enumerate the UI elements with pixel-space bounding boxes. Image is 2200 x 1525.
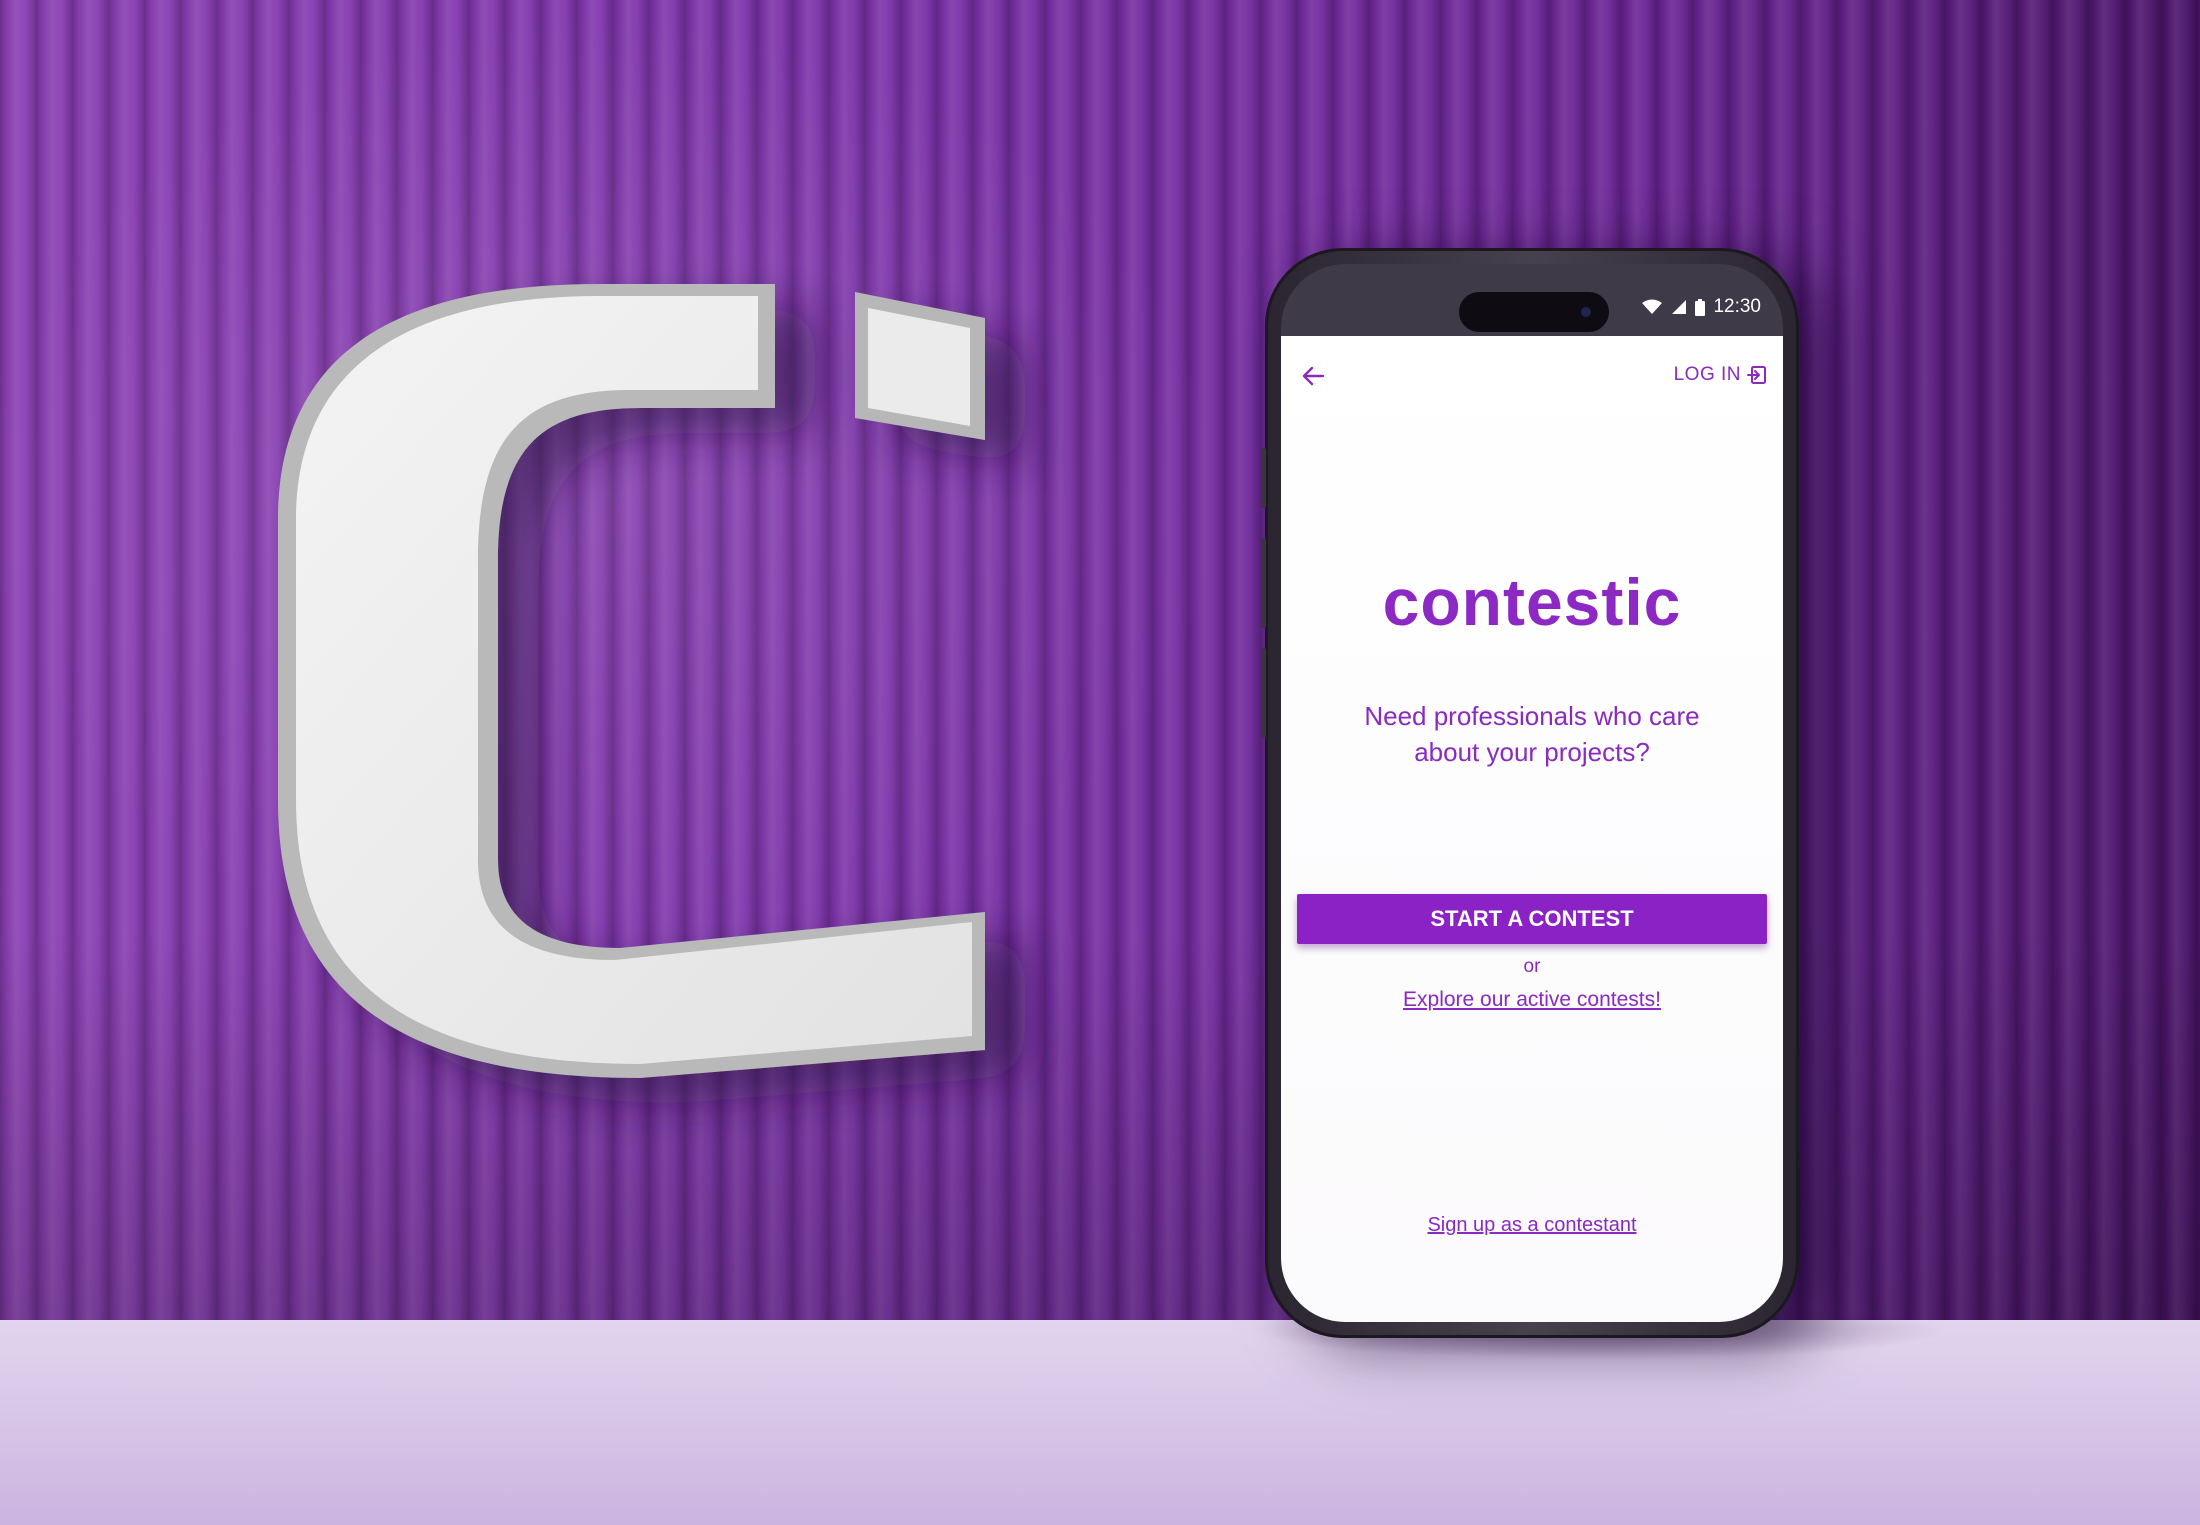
- dynamic-island: [1459, 292, 1609, 332]
- status-indicators: 12:30: [1641, 296, 1761, 318]
- login-button[interactable]: LOG IN: [1674, 364, 1767, 386]
- login-label: LOG IN: [1673, 364, 1741, 385]
- phone-screen: 12:30 LOG IN contestic Need professional…: [1281, 264, 1783, 1322]
- phone-side-button: [1261, 448, 1266, 508]
- or-separator: or: [1523, 956, 1541, 977]
- explore-contests-link[interactable]: Explore our active contests!: [1281, 988, 1783, 1012]
- smartphone-mockup: 12:30 LOG IN contestic Need professional…: [1261, 248, 1799, 1338]
- tagline: Need professionals who care about your p…: [1364, 701, 1700, 767]
- front-camera: [1581, 307, 1591, 317]
- phone-volume-down-button: [1261, 648, 1266, 738]
- login-arrow-icon: [1747, 366, 1766, 384]
- cellular-signal-icon: [1672, 300, 1687, 314]
- arrow-left-icon[interactable]: [1299, 362, 1327, 390]
- 3d-c-logo-sculpture: [278, 284, 985, 1078]
- wifi-icon: [1642, 299, 1663, 314]
- battery-icon: [1695, 298, 1706, 316]
- welcome-screen: LOG IN contestic Need professionals who …: [1281, 336, 1783, 1322]
- status-time: 12:30: [1713, 296, 1761, 317]
- start-contest-button[interactable]: START A CONTEST: [1297, 894, 1767, 944]
- phone-volume-up-button: [1261, 538, 1266, 628]
- status-bar: 12:30: [1281, 264, 1783, 336]
- signup-contestant-link[interactable]: Sign up as a contestant: [1281, 1214, 1783, 1237]
- brand-wordmark: contestic: [1382, 565, 1682, 639]
